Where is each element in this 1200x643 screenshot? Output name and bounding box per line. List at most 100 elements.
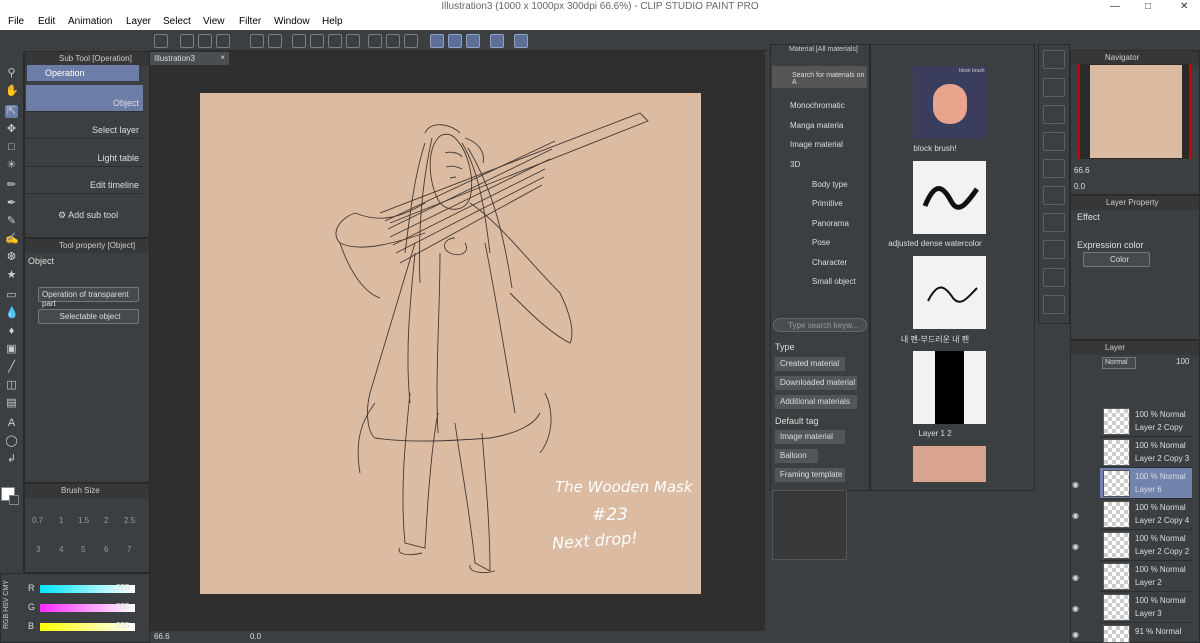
material-search-input[interactable]: Type search keyw...: [773, 318, 867, 332]
zoom-icon[interactable]: ⚲: [5, 67, 18, 80]
created-material-button[interactable]: Created material: [775, 357, 845, 371]
quick-check-icon[interactable]: [1043, 240, 1065, 259]
maximize-icon[interactable]: □: [1145, 1, 1151, 12]
balloon-icon[interactable]: ◯: [5, 435, 18, 448]
undo-icon[interactable]: [250, 34, 264, 48]
brush-size-4[interactable]: 4: [59, 545, 63, 554]
move-icon[interactable]: ✥: [5, 123, 18, 136]
menu-filter[interactable]: Filter: [239, 16, 261, 27]
material-thumb-3[interactable]: [913, 256, 986, 329]
sub-color-swatch[interactable]: [9, 495, 19, 505]
tree-primitive[interactable]: Primitive: [812, 199, 892, 208]
status-zoom[interactable]: 66.6: [154, 632, 170, 641]
eyedropper-icon[interactable]: ✏: [5, 179, 18, 192]
quick-ruler-icon[interactable]: [1043, 268, 1065, 287]
downloaded-material-button[interactable]: Downloaded material: [775, 376, 857, 390]
quick-mask-icon[interactable]: [1043, 213, 1065, 232]
close-icon[interactable]: ✕: [1180, 1, 1188, 12]
layer-row[interactable]: 100 % Normal Layer 2 Copy 3: [1100, 437, 1192, 468]
operation-icon[interactable]: ⇱: [5, 105, 18, 118]
brush-size-1-5[interactable]: 1.5: [78, 516, 89, 525]
snap-ruler-icon[interactable]: [430, 34, 444, 48]
minimize-icon[interactable]: —: [1110, 1, 1120, 12]
navigator-preview[interactable]: [1078, 64, 1191, 159]
layer-row[interactable]: 100 % Normal Layer 2: [1100, 561, 1192, 592]
blend-icon[interactable]: 💧: [5, 307, 19, 320]
layer-row-selected[interactable]: 100 % Normal Layer 6: [1100, 468, 1192, 499]
snap-grid-icon[interactable]: [466, 34, 480, 48]
tab-rgb[interactable]: RGB: [3, 614, 10, 629]
tree-3d[interactable]: 3D: [790, 160, 870, 169]
clear-icon[interactable]: [310, 34, 324, 48]
snap-special-icon[interactable]: [448, 34, 462, 48]
add-subtool-button[interactable]: ⚙ Add sub tool: [58, 210, 118, 221]
artboard[interactable]: The Wooden Mask #23 Next drop!: [200, 93, 701, 594]
invert-selection-icon[interactable]: [404, 34, 418, 48]
subtool-light-table[interactable]: Light table: [26, 140, 143, 167]
quick-grid-icon[interactable]: [1043, 295, 1065, 314]
quick-folder-icon[interactable]: [1043, 105, 1065, 124]
additional-materials-button[interactable]: Additional materials: [775, 395, 857, 409]
menu-help[interactable]: Help: [322, 16, 343, 27]
tree-monochromatic[interactable]: Monochromatic: [790, 101, 870, 110]
brush-size-0-7[interactable]: 0.7: [32, 516, 43, 525]
blend-mode-dropdown[interactable]: Normal: [1102, 357, 1136, 369]
crop-icon[interactable]: [386, 34, 400, 48]
menu-view[interactable]: View: [203, 16, 225, 27]
menu-file[interactable]: File: [8, 16, 24, 27]
eye-icon[interactable]: ◉: [1072, 542, 1081, 551]
brush-size-6[interactable]: 6: [104, 545, 108, 554]
selection-icon[interactable]: □: [5, 141, 18, 154]
subtool-select-layer[interactable]: Select layer: [26, 112, 143, 139]
material-thumb-2[interactable]: [913, 161, 986, 234]
framing-template-tag[interactable]: Framing template: [775, 468, 845, 482]
quick-layer-icon[interactable]: [1043, 78, 1065, 97]
brush-icon[interactable]: ✍: [5, 233, 19, 246]
layer-opacity-value[interactable]: 100: [1176, 357, 1189, 366]
transform-icon[interactable]: [346, 34, 360, 48]
tree-body-type[interactable]: Body type: [812, 180, 892, 189]
correct-line-icon[interactable]: ↲: [5, 453, 18, 466]
brush-size-2[interactable]: 2: [104, 516, 108, 525]
image-material-tag[interactable]: Image material: [775, 430, 845, 444]
ruler-icon[interactable]: ▤: [5, 397, 18, 410]
airbrush-icon[interactable]: ❆: [5, 251, 18, 264]
navigator-zoom[interactable]: 66.6: [1074, 166, 1090, 175]
transparent-part-dropdown[interactable]: Operation of transparent part: [38, 287, 139, 308]
layer-row[interactable]: 100 % Normal Layer 2 Copy: [1100, 406, 1192, 437]
balloon-tag[interactable]: Balloon: [775, 449, 818, 463]
settings-icon[interactable]: [490, 34, 504, 48]
material-thumb-5[interactable]: [913, 446, 986, 482]
subtool-edit-timeline[interactable]: Edit timeline: [26, 167, 143, 194]
eye-icon[interactable]: ◉: [1072, 630, 1081, 639]
status-angle[interactable]: 0.0: [250, 632, 261, 641]
selectable-object-dropdown[interactable]: Selectable object: [38, 309, 139, 324]
slider-b-value[interactable]: 255: [116, 621, 129, 630]
subtool-object[interactable]: Object: [26, 85, 143, 112]
fill-tool-icon[interactable]: ♦: [5, 325, 18, 338]
eye-icon[interactable]: ◉: [1072, 480, 1081, 489]
auto-select-icon[interactable]: ✳: [5, 159, 18, 172]
subtool-group-operation[interactable]: Operation: [27, 65, 139, 81]
layer-row[interactable]: 91 % Normal: [1100, 623, 1192, 643]
redo-icon[interactable]: [268, 34, 282, 48]
brush-size-5[interactable]: 5: [81, 545, 85, 554]
fill-icon[interactable]: [328, 34, 342, 48]
gradient-icon[interactable]: ▣: [5, 343, 18, 356]
layer-row[interactable]: 100 % Normal Layer 2 Copy 4: [1100, 499, 1192, 530]
tree-small-object[interactable]: Small object: [812, 277, 892, 286]
menu-select[interactable]: Select: [163, 16, 191, 27]
menu-window[interactable]: Window: [274, 16, 310, 27]
pencil-icon[interactable]: ✎: [5, 215, 18, 228]
quick-copy-icon[interactable]: [1043, 159, 1065, 178]
canvas-tab[interactable]: Illustration3 ×: [150, 52, 229, 65]
new-icon[interactable]: [180, 34, 194, 48]
menu-layer[interactable]: Layer: [126, 16, 151, 27]
figure-icon[interactable]: ╱: [5, 361, 18, 374]
tab-cmy[interactable]: CMY: [3, 580, 10, 596]
tab-close-icon[interactable]: ×: [220, 53, 225, 62]
material-thumb-1[interactable]: block brush: [913, 66, 986, 139]
eye-icon[interactable]: ◉: [1072, 573, 1081, 582]
open-icon[interactable]: [198, 34, 212, 48]
quick-merge-icon[interactable]: [1043, 186, 1065, 205]
